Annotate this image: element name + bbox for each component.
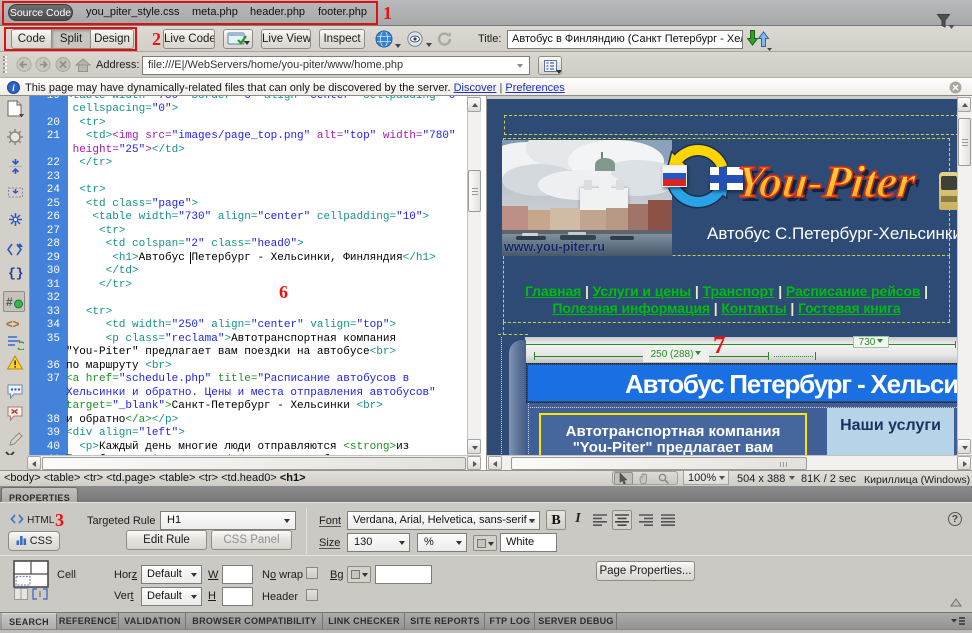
svg-text:{}: {} xyxy=(8,266,23,281)
svg-text:<>: <> xyxy=(6,319,20,331)
svg-text:i: i xyxy=(12,84,15,94)
svg-text:You-Piter: You-Piter xyxy=(739,156,919,207)
svg-text:#: # xyxy=(6,295,13,309)
